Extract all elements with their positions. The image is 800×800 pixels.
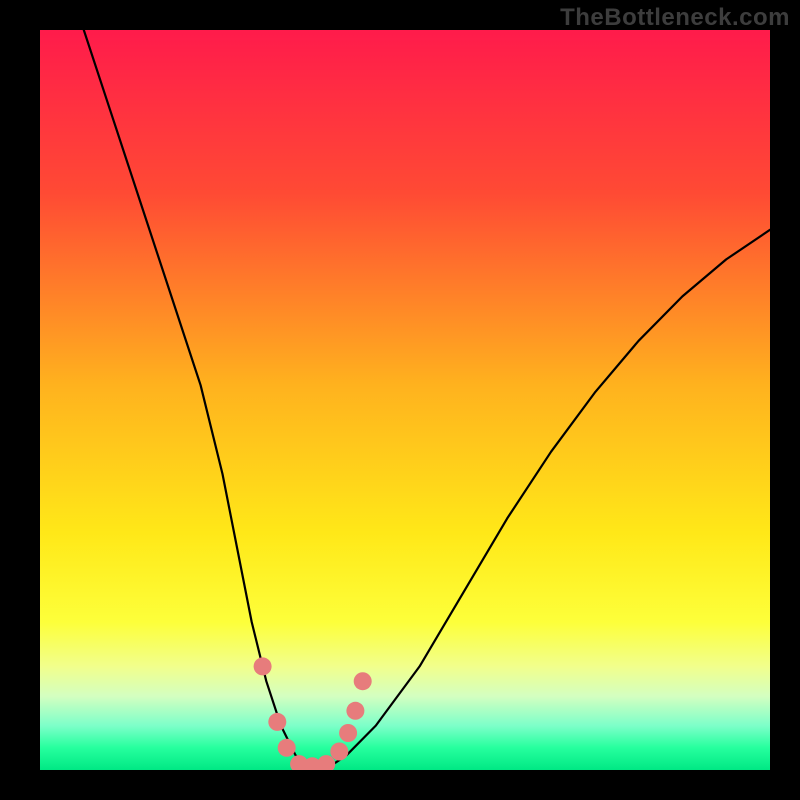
- curve-marker: [339, 724, 357, 742]
- bottleneck-chart: [0, 0, 800, 800]
- watermark-text: TheBottleneck.com: [560, 4, 790, 32]
- curve-marker: [254, 657, 272, 675]
- curve-marker: [268, 713, 286, 731]
- plot-background: [40, 30, 770, 770]
- curve-marker: [278, 739, 296, 757]
- curve-marker: [354, 672, 372, 690]
- curve-marker: [317, 755, 335, 773]
- curve-marker: [330, 743, 348, 761]
- chart-frame: TheBottleneck.com: [0, 0, 800, 800]
- curve-marker: [346, 702, 364, 720]
